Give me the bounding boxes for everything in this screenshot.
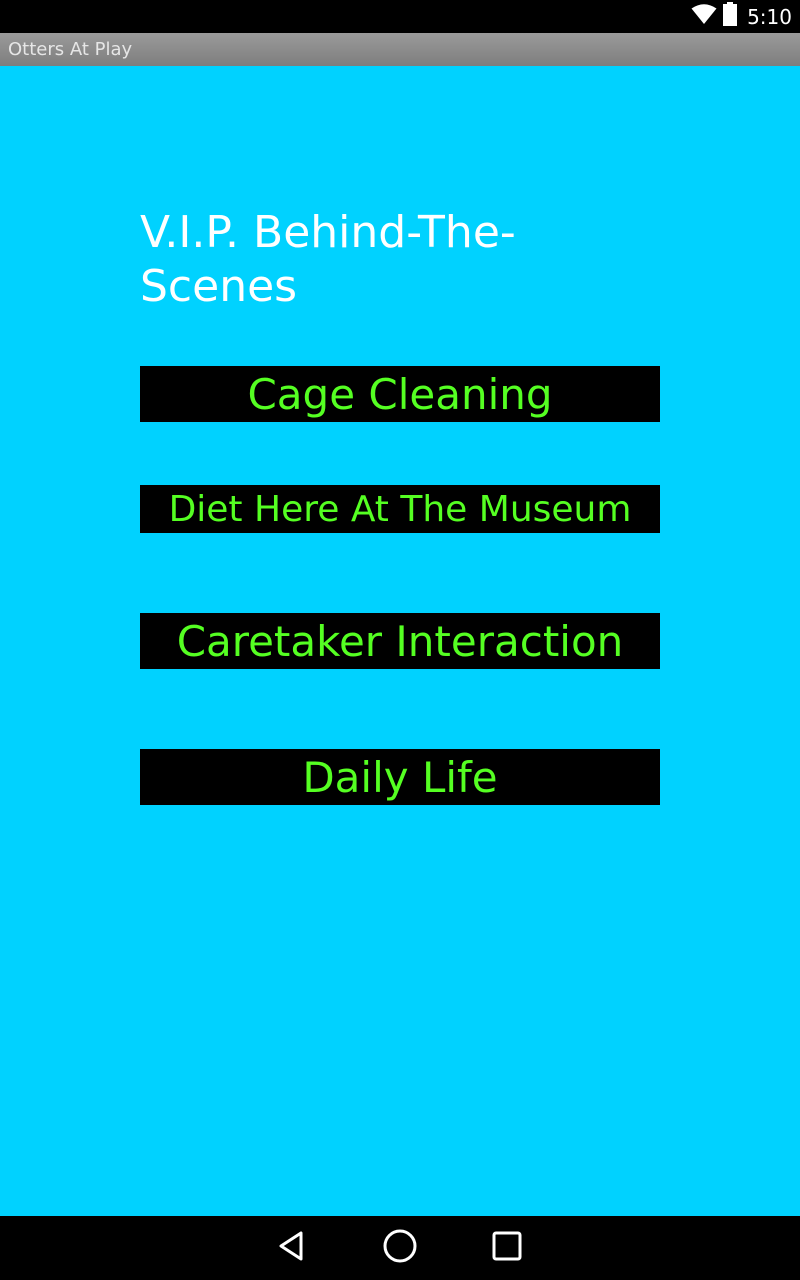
screen: 5:10 Otters At Play V.I.P. Behind-The-Sc… xyxy=(0,0,800,1280)
recents-button[interactable] xyxy=(487,1228,527,1268)
back-button[interactable] xyxy=(272,1228,312,1268)
cage-cleaning-button[interactable]: Cage Cleaning xyxy=(140,366,660,422)
daily-life-button[interactable]: Daily Life xyxy=(140,749,660,805)
title-bar: Otters At Play xyxy=(0,33,800,66)
recents-icon xyxy=(491,1230,523,1267)
battery-icon xyxy=(723,2,738,31)
page-heading: V.I.P. Behind-The-Scenes xyxy=(140,207,516,312)
navigation-bar xyxy=(0,1216,800,1280)
status-bar: 5:10 xyxy=(0,0,800,33)
home-button[interactable] xyxy=(380,1228,420,1268)
diet-button[interactable]: Diet Here At The Museum xyxy=(140,485,660,533)
back-icon xyxy=(276,1230,308,1267)
caretaker-interaction-button[interactable]: Caretaker Interaction xyxy=(140,613,660,669)
app-title: Otters At Play xyxy=(8,39,133,60)
status-time: 5:10 xyxy=(747,4,792,29)
wifi-icon xyxy=(691,3,717,30)
home-icon xyxy=(382,1228,418,1269)
status-icons: 5:10 xyxy=(691,0,792,33)
